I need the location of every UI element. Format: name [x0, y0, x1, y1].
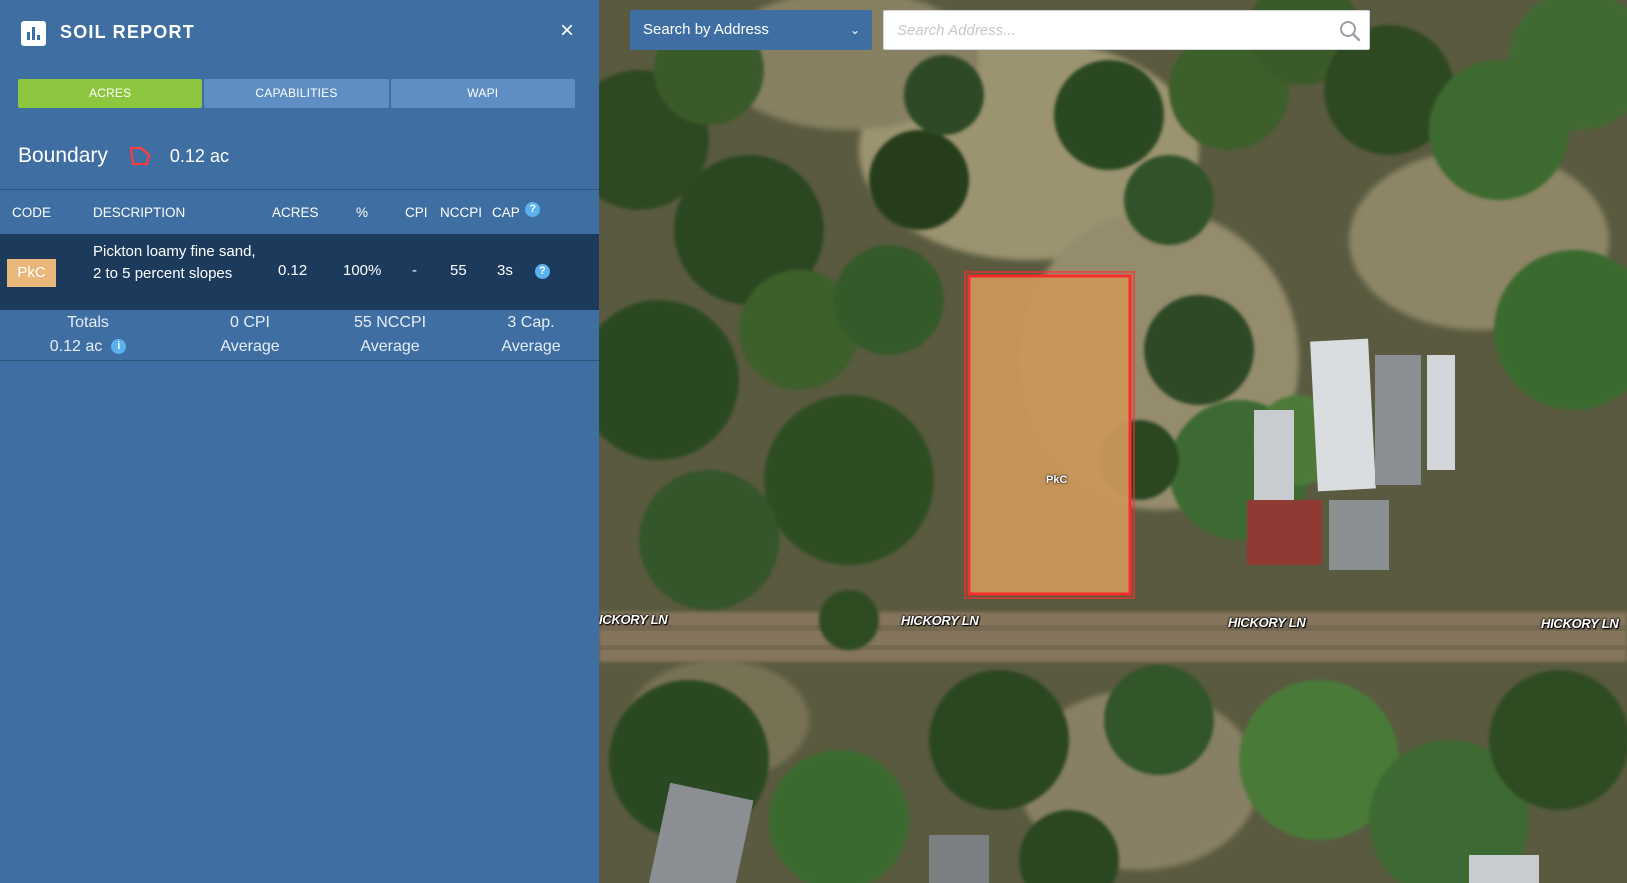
parcel-soil-label: PkC: [1046, 474, 1068, 486]
search-icon[interactable]: [1339, 20, 1361, 42]
search-mode-label: Search by Address: [643, 21, 769, 38]
bar-chart-icon: [21, 21, 46, 46]
soil-code-badge: PkC: [7, 259, 56, 287]
tab-capabilities[interactable]: CAPABILITIES: [204, 79, 389, 108]
totals-row: Totals 0.12 ac i 0 CPI Average 55 NCCPI A…: [0, 311, 599, 361]
totals-nccpi: 55 NCCPI Average: [353, 314, 427, 355]
chevron-down-icon: ⌄: [849, 23, 860, 37]
row-percent: 100%: [343, 262, 382, 279]
panel-title: SOIL REPORT: [60, 22, 195, 42]
table-header: CODE DESCRIPTION ACRES % CPI NCCPI CAP ?: [0, 189, 599, 234]
road-label: HICKORY LN: [1541, 616, 1619, 631]
totals-acres: Totals 0.12 ac i: [20, 311, 156, 358]
aerial-imagery: [599, 0, 1627, 883]
road-label: ICKORY LN: [599, 612, 668, 627]
tab-wapi[interactable]: WAPI: [390, 79, 575, 108]
parcel-polygon: [969, 276, 1130, 594]
road-label: HICKORY LN: [1228, 615, 1306, 630]
row-cap: 3s: [497, 262, 513, 279]
satellite-map[interactable]: PkC ICKORY LN HICKORY LN HICKORY LN HICK…: [599, 0, 1627, 883]
row-nccpi: 55: [450, 262, 467, 279]
boundary-polygon-icon: [129, 146, 151, 166]
address-search-box: [883, 10, 1370, 50]
soil-report-panel: SOIL REPORT × ACRES CAPABILITIES WAPI Bo…: [0, 0, 599, 883]
totals-cap: 3 Cap. Average: [501, 314, 561, 355]
panel-header: SOIL REPORT ×: [0, 0, 599, 66]
col-code: CODE: [12, 205, 52, 220]
col-acres: ACRES: [272, 205, 319, 220]
report-tabs: ACRES CAPABILITIES WAPI: [18, 79, 575, 108]
table-row[interactable]: PkC Pickton loamy fine sand, 2 to 5 perc…: [0, 234, 599, 310]
row-acres: 0.12: [278, 262, 308, 279]
totals-cpi: 0 CPI Average: [220, 314, 280, 355]
col-description: DESCRIPTION: [93, 205, 186, 220]
col-nccpi: NCCPI: [440, 205, 483, 220]
col-percent: %: [356, 205, 369, 220]
boundary-acres: 0.12 ac: [169, 145, 229, 166]
close-icon[interactable]: ×: [556, 18, 578, 44]
row-cpi: -: [412, 262, 417, 279]
row-help-icon[interactable]: ?: [535, 264, 550, 279]
col-cap: CAP ?: [492, 202, 541, 220]
road-label: HICKORY LN: [901, 613, 979, 628]
soil-description: Pickton loamy fine sand, 2 to 5 percent …: [93, 243, 256, 282]
totals-label: Totals: [67, 314, 109, 331]
boundary-label: Boundary: [18, 144, 108, 167]
address-search-input[interactable]: [884, 11, 1324, 49]
col-cpi: CPI: [405, 205, 428, 220]
cap-help-icon[interactable]: ?: [525, 202, 541, 217]
search-mode-select[interactable]: Search by Address ⌄: [630, 10, 872, 50]
totals-acres-value: 0.12 ac: [49, 337, 103, 355]
boundary-summary: Boundary 0.12 ac: [18, 140, 229, 172]
info-icon[interactable]: i: [111, 338, 127, 354]
tab-acres[interactable]: ACRES: [18, 79, 203, 108]
app-root: SOIL REPORT × ACRES CAPABILITIES WAPI Bo…: [0, 0, 1627, 883]
